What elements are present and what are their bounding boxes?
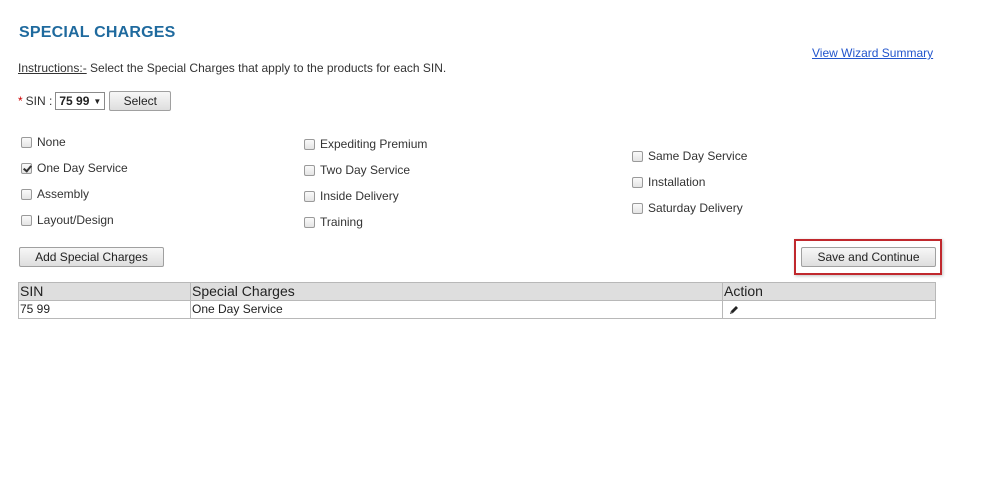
charge-expediting-premium[interactable]: Expediting Premium — [304, 136, 427, 152]
dropdown-caret-icon: ▼ — [93, 96, 102, 106]
charge-label: Two Day Service — [320, 163, 411, 177]
checkbox-icon[interactable] — [304, 138, 315, 150]
charge-assembly[interactable]: Assembly — [21, 186, 89, 202]
charge-label: Same Day Service — [648, 149, 748, 163]
save-and-continue-button[interactable]: Save and Continue — [801, 247, 936, 267]
instructions-text: Select the Special Charges that apply to… — [86, 61, 447, 75]
table-row: 75 99 One Day Service — [18, 300, 936, 319]
charge-two-day-service[interactable]: Two Day Service — [304, 162, 410, 178]
charge-installation[interactable]: Installation — [632, 174, 705, 190]
checkbox-icon[interactable] — [304, 164, 315, 176]
add-special-charges-button[interactable]: Add Special Charges — [19, 247, 164, 267]
charge-label: Inside Delivery — [320, 189, 399, 203]
sin-selector-row: * SIN : 75 99 ▼ Select — [18, 91, 172, 111]
special-charges-table: SIN Special Charges Action 75 99 One Day… — [18, 282, 936, 319]
pencil-icon[interactable] — [728, 304, 740, 316]
sin-label: SIN : — [25, 94, 53, 108]
charge-label: Assembly — [37, 187, 90, 201]
charge-label: One Day Service — [37, 161, 128, 175]
select-button[interactable]: Select — [109, 91, 172, 111]
charge-label: Layout/Design — [37, 213, 114, 227]
sin-dropdown-value: 75 99 — [59, 94, 90, 108]
charge-inside-delivery[interactable]: Inside Delivery — [304, 188, 399, 204]
charge-label: Installation — [648, 175, 706, 189]
cell-special-charges: One Day Service — [190, 300, 723, 319]
checkbox-icon[interactable] — [21, 214, 32, 226]
checkbox-icon[interactable] — [304, 190, 315, 202]
instructions-label: Instructions:- — [18, 61, 87, 75]
instructions: Instructions:- Select the Special Charge… — [18, 61, 446, 75]
charge-label: Training — [320, 215, 363, 229]
charge-one-day-service[interactable]: One Day Service — [21, 160, 128, 176]
cell-sin: 75 99 — [18, 300, 191, 319]
charge-label: None — [37, 135, 66, 149]
charge-same-day-service[interactable]: Same Day Service — [632, 148, 747, 164]
charge-label: Expediting Premium — [320, 137, 428, 151]
checkbox-icon[interactable] — [304, 216, 315, 228]
column-header-action: Action — [722, 282, 936, 301]
charge-training[interactable]: Training — [304, 214, 363, 230]
checkbox-icon[interactable] — [632, 150, 643, 162]
checkbox-icon[interactable] — [21, 188, 32, 200]
view-wizard-summary-link[interactable]: View Wizard Summary — [812, 46, 933, 60]
column-header-sin: SIN — [18, 282, 191, 301]
cell-action — [722, 300, 936, 319]
charge-layout-design[interactable]: Layout/Design — [21, 212, 114, 228]
charge-none[interactable]: None — [21, 134, 66, 150]
page-title: SPECIAL CHARGES — [19, 24, 176, 41]
checkbox-icon[interactable] — [21, 136, 32, 148]
checkbox-checked-icon[interactable] — [21, 162, 32, 174]
table-header-row: SIN Special Charges Action — [18, 282, 936, 301]
column-header-special-charges: Special Charges — [190, 282, 723, 301]
required-marker: * — [18, 94, 23, 108]
checkbox-icon[interactable] — [632, 176, 643, 188]
checkbox-icon[interactable] — [632, 202, 643, 214]
charge-saturday-delivery[interactable]: Saturday Delivery — [632, 200, 743, 216]
charge-label: Saturday Delivery — [648, 201, 743, 215]
sin-dropdown[interactable]: 75 99 ▼ — [55, 92, 106, 110]
